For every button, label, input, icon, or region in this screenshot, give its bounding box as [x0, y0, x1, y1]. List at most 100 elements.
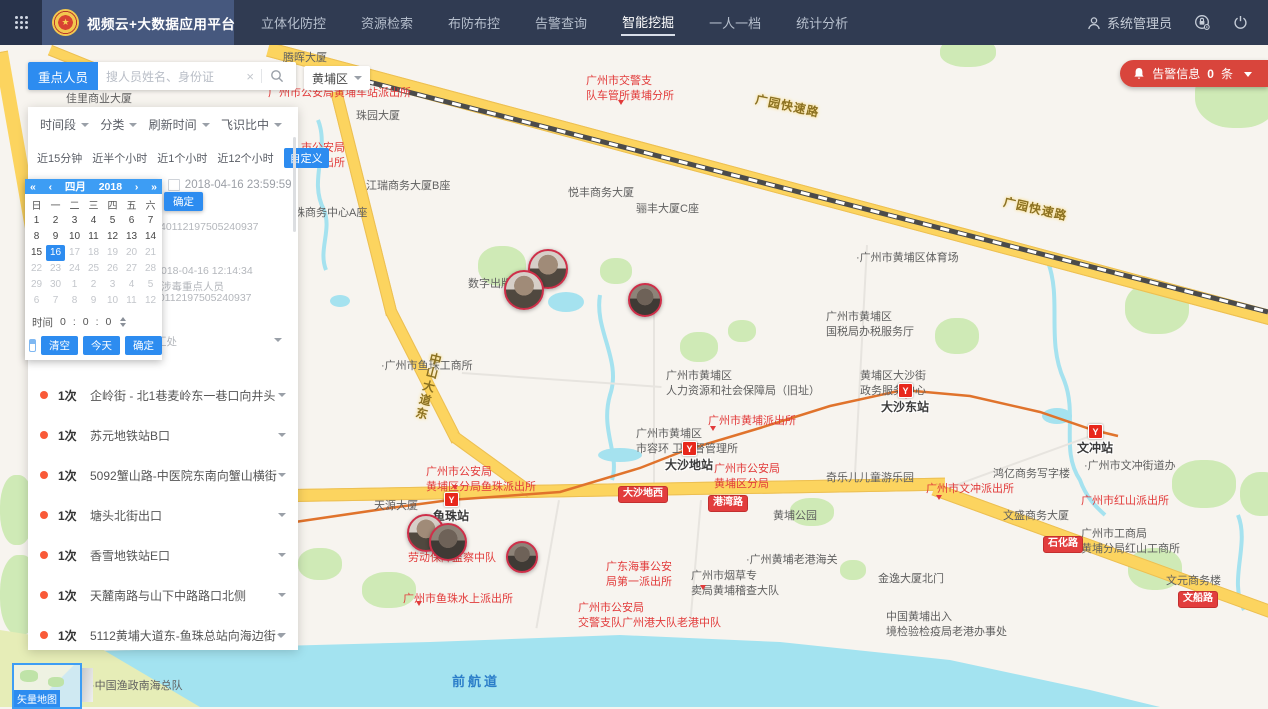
calendar-day[interactable]: 8: [27, 229, 46, 245]
chevron-down-icon[interactable]: [278, 393, 286, 401]
chevron-down-icon[interactable]: [278, 513, 286, 521]
next-month-button[interactable]: ›: [135, 181, 139, 193]
calendar-day[interactable]: 3: [65, 213, 84, 229]
metro-station[interactable]: Y 文冲站: [1088, 424, 1103, 439]
calendar-day[interactable]: 22: [27, 261, 46, 277]
end-datetime[interactable]: 2018-04-16 23:59:59: [168, 179, 292, 191]
logout-button[interactable]: [1233, 15, 1248, 30]
alert-banner[interactable]: 告警信息 0 条: [1120, 60, 1268, 87]
quick-time-option[interactable]: 近12个小时: [217, 150, 273, 166]
chevron-down-icon[interactable]: [278, 553, 286, 561]
calendar-day[interactable]: 2: [84, 277, 103, 293]
nav-menu-item[interactable]: 智能挖掘: [621, 9, 675, 36]
calendar-day[interactable]: 2: [46, 213, 65, 229]
time-hour[interactable]: 0: [60, 316, 66, 328]
calendar-day[interactable]: 4: [84, 213, 103, 229]
calendar-day[interactable]: 16: [46, 245, 65, 261]
calendar-day[interactable]: 20: [122, 245, 141, 261]
calendar-month[interactable]: 四月: [65, 179, 86, 194]
calendar-day[interactable]: 17: [65, 245, 84, 261]
time-minute[interactable]: 0: [83, 316, 89, 328]
metro-station[interactable]: Y 大沙东站: [898, 383, 913, 398]
calendar-day[interactable]: 7: [46, 293, 65, 309]
calendar-day[interactable]: 23: [46, 261, 65, 277]
calendar-day[interactable]: 10: [65, 229, 84, 245]
calendar-day[interactable]: 8: [65, 293, 84, 309]
calendar-day[interactable]: 3: [103, 277, 122, 293]
calendar-day[interactable]: 1: [65, 277, 84, 293]
calendar-day[interactable]: 13: [122, 229, 141, 245]
calendar-day[interactable]: 7: [141, 213, 160, 229]
calendar-day[interactable]: 21: [141, 245, 160, 261]
next-year-button[interactable]: »: [151, 181, 157, 193]
chevron-down-icon[interactable]: [278, 593, 286, 601]
calendar-day[interactable]: 6: [27, 293, 46, 309]
location-list-item[interactable]: 1次 天麓南路与山下中路路口北侧: [28, 575, 298, 615]
key-person-tab[interactable]: 重点人员: [28, 62, 98, 90]
calendar-day[interactable]: 27: [122, 261, 141, 277]
clear-icon[interactable]: ×: [239, 69, 261, 84]
calendar-day[interactable]: 12: [103, 229, 122, 245]
minimap[interactable]: 矢量地图: [12, 663, 82, 709]
calendar-day[interactable]: 11: [84, 229, 103, 245]
person-marker[interactable]: [506, 541, 538, 573]
calendar-day[interactable]: 14: [141, 229, 160, 245]
step-down-icon[interactable]: [120, 323, 126, 330]
panel-scrollbar[interactable]: [293, 137, 296, 232]
metro-station[interactable]: Y 大沙地站: [682, 441, 697, 456]
apps-grid-button[interactable]: [0, 0, 42, 45]
calendar-day[interactable]: 12: [141, 293, 160, 309]
calendar-day[interactable]: 18: [84, 245, 103, 261]
district-dropdown[interactable]: 黄埔区: [304, 66, 370, 90]
person-marker[interactable]: [628, 283, 662, 317]
calendar-day[interactable]: 24: [65, 261, 84, 277]
search-button[interactable]: [262, 69, 288, 83]
calendar-day[interactable]: 19: [103, 245, 122, 261]
step-up-icon[interactable]: [120, 314, 126, 321]
filter-dropdown[interactable]: 分类: [100, 116, 137, 133]
person-marker[interactable]: [504, 270, 544, 310]
calendar-day[interactable]: 4: [122, 277, 141, 293]
calendar-day[interactable]: 5: [103, 213, 122, 229]
calendar-day[interactable]: 11: [122, 293, 141, 309]
calendar-icon-button[interactable]: [29, 339, 36, 352]
time-stepper[interactable]: [120, 314, 126, 330]
quick-time-option[interactable]: 近15分钟: [37, 150, 82, 166]
ok-button[interactable]: 确定: [125, 336, 162, 355]
confirm-button[interactable]: 确定: [164, 192, 203, 211]
calendar-checkbox-icon[interactable]: [168, 179, 180, 191]
custom-time-button[interactable]: 自定义: [284, 148, 329, 168]
calendar-day[interactable]: 30: [46, 277, 65, 293]
metro-station[interactable]: Y 鱼珠站: [444, 492, 459, 507]
nav-menu-item[interactable]: 资源检索: [360, 10, 414, 35]
time-second[interactable]: 0: [106, 316, 112, 328]
calendar-day[interactable]: 28: [141, 261, 160, 277]
nav-menu-item[interactable]: 告警查询: [534, 10, 588, 35]
calendar-day[interactable]: 25: [84, 261, 103, 277]
calendar-year[interactable]: 2018: [99, 181, 122, 193]
prev-month-button[interactable]: ‹: [49, 181, 53, 193]
nav-menu-item[interactable]: 立体化防控: [260, 10, 327, 35]
clear-button[interactable]: 清空: [41, 336, 78, 355]
location-list-item[interactable]: 1次 香雪地铁站E口: [28, 535, 298, 575]
location-list-item[interactable]: 1次 企岭街 - 北1巷麦岭东一巷口向井头: [28, 375, 298, 415]
filter-dropdown[interactable]: 刷新时间: [149, 116, 210, 133]
user-menu[interactable]: 系统管理员: [1087, 13, 1172, 32]
person-marker[interactable]: [429, 523, 467, 561]
location-list-item[interactable]: 1次 苏元地铁站B口: [28, 415, 298, 455]
calendar-day[interactable]: 29: [27, 277, 46, 293]
prev-year-button[interactable]: «: [30, 181, 36, 193]
calendar-day[interactable]: 10: [103, 293, 122, 309]
calendar-day[interactable]: 6: [122, 213, 141, 229]
calendar-day[interactable]: 9: [46, 229, 65, 245]
nav-menu-item[interactable]: 一人一档: [708, 10, 762, 35]
nav-menu-item[interactable]: 统计分析: [795, 10, 849, 35]
calendar-day[interactable]: 1: [27, 213, 46, 229]
calendar-day[interactable]: 15: [27, 245, 46, 261]
location-list-item[interactable]: 1次 5092蟹山路-中医院东南向蟹山横街: [28, 455, 298, 495]
scroll-more-icon[interactable]: [277, 634, 285, 642]
location-list-item[interactable]: 1次 5112黄埔大道东-鱼珠总站向海边街（全）: [28, 615, 298, 655]
calendar-day[interactable]: 9: [84, 293, 103, 309]
filter-dropdown[interactable]: 飞识比中: [221, 116, 282, 133]
chevron-down-icon[interactable]: [278, 433, 286, 441]
